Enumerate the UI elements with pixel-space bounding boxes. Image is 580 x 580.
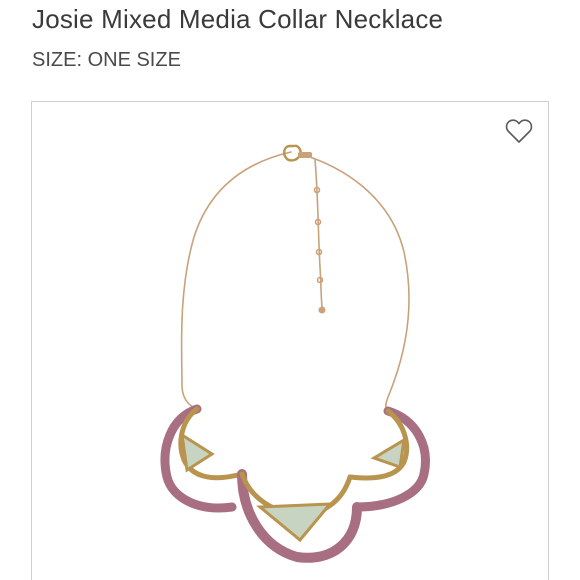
clasp [282,144,326,314]
size-label: SIZE: ONE SIZE [32,49,181,71]
extender-chain [314,159,323,308]
necklace-image [160,144,430,563]
right-chain [309,156,410,412]
center-pendant [237,469,362,563]
left-pendant [160,404,245,513]
left-chain [180,151,292,410]
product-title: Josie Mixed Media Collar Necklace [32,4,444,34]
product-image-card [31,101,549,580]
right-pendant [347,406,430,512]
